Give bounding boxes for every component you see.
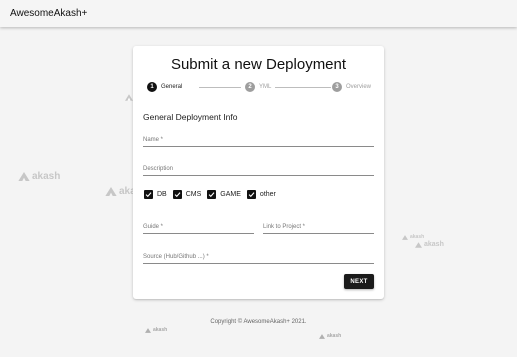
- watermark-text: akash: [32, 171, 61, 182]
- source-field[interactable]: Source (Hub/Github ...) *: [143, 247, 374, 264]
- checkbox-checked-icon[interactable]: [172, 190, 182, 199]
- akash-logo-icon: [402, 234, 408, 240]
- guide-field[interactable]: Guide *: [143, 217, 254, 234]
- checkbox-db[interactable]: DB: [144, 190, 167, 199]
- checkbox-checked-icon[interactable]: [144, 190, 153, 199]
- akash-watermark: akash: [319, 333, 341, 339]
- app-bar: AwesomeAkash+: [0, 0, 517, 27]
- app-title[interactable]: AwesomeAkash+: [10, 8, 87, 19]
- guide-field-label: Guide *: [143, 224, 164, 230]
- field-underline: [143, 263, 374, 264]
- checkbox-label: CMS: [185, 191, 202, 198]
- akash-watermark: akash: [402, 234, 424, 240]
- akash-watermark: akash: [415, 241, 444, 248]
- checkbox-cms[interactable]: CMS: [172, 190, 202, 199]
- step-number: 2: [245, 82, 255, 92]
- checkbox-checked-icon[interactable]: [207, 190, 217, 199]
- akash-logo-icon: [18, 172, 30, 181]
- checkbox-label: DB: [157, 191, 167, 198]
- step-number: 3: [332, 82, 342, 92]
- step-label: General: [161, 84, 183, 90]
- description-field[interactable]: Description: [143, 159, 374, 176]
- next-button[interactable]: NEXT: [344, 274, 374, 289]
- akash-logo-icon: [125, 94, 133, 101]
- field-underline: [143, 233, 254, 234]
- checkbox-checked-icon[interactable]: [246, 190, 256, 199]
- akash-watermark: akash: [145, 327, 167, 333]
- checkbox-label: GAME: [220, 191, 241, 198]
- checkbox-game[interactable]: GAME: [207, 190, 241, 199]
- stepper: 1 General 2 YML 3 Overview: [147, 82, 372, 94]
- step-general[interactable]: 1 General: [147, 82, 182, 92]
- step-label: Overview: [346, 84, 372, 90]
- footer-copyright: Copyright © AwesomeAkash+ 2021.: [210, 319, 307, 325]
- field-underline: [263, 233, 374, 234]
- step-connector: [199, 87, 241, 88]
- field-underline: [143, 175, 374, 176]
- watermark-text: akash: [153, 327, 168, 333]
- akash-logo-icon: [415, 241, 422, 248]
- description-field-label: Description: [143, 166, 174, 172]
- checkbox-other[interactable]: other: [246, 190, 276, 199]
- link-field-label: Link to Project *: [263, 224, 306, 230]
- section-title: General Deployment Info: [143, 112, 238, 122]
- watermark-text: akash: [410, 234, 425, 240]
- step-yml[interactable]: 2 YML: [245, 82, 271, 92]
- watermark-text: akash: [424, 241, 444, 248]
- page-title: Submit a new Deployment: [170, 56, 347, 73]
- name-field[interactable]: Name *: [143, 130, 374, 147]
- category-checkboxes: DB CMS GAME other: [144, 190, 282, 199]
- step-number: 1: [147, 82, 157, 92]
- step-overview[interactable]: 3 Overview: [332, 82, 371, 92]
- checkbox-label: other: [259, 191, 276, 198]
- name-field-label: Name *: [143, 137, 164, 143]
- field-underline: [143, 146, 374, 147]
- akash-logo-icon: [145, 327, 151, 333]
- step-connector: [275, 87, 331, 88]
- akash-watermark: akash: [18, 171, 60, 182]
- akash-logo-icon: [319, 333, 325, 339]
- akash-logo-icon: [105, 187, 117, 196]
- watermark-text: akash: [327, 333, 342, 339]
- source-field-label: Source (Hub/Github ...) *: [143, 254, 209, 260]
- link-to-project-field[interactable]: Link to Project *: [263, 217, 374, 234]
- deployment-form-card: Submit a new Deployment 1 General 2 YML …: [133, 46, 384, 299]
- step-label: YML: [259, 84, 272, 90]
